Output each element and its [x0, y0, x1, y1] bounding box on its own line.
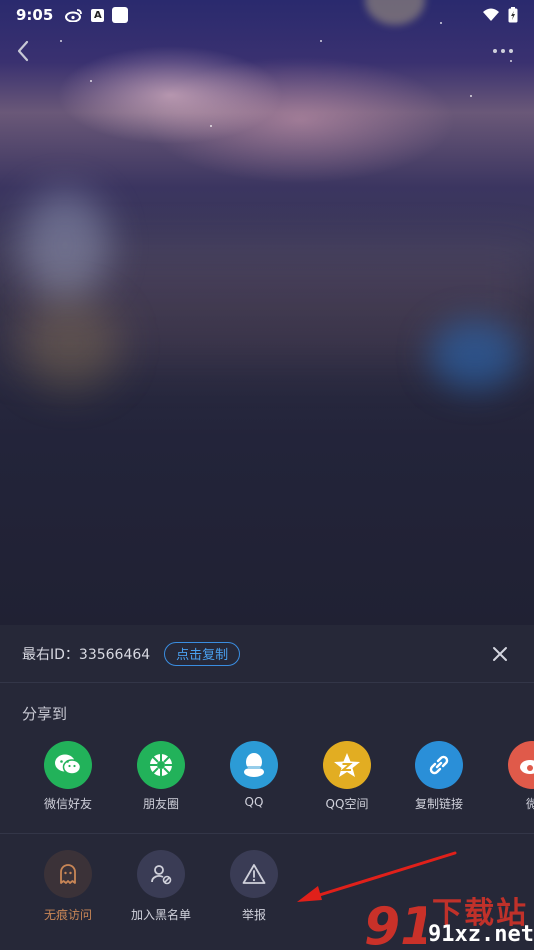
- id-row: 最右ID：33566464 点击复制: [0, 625, 534, 683]
- wifi-icon: [483, 8, 499, 21]
- share-qzone[interactable]: QQ空间: [307, 741, 387, 812]
- share-weibo[interactable]: 微: [492, 741, 534, 812]
- warning-icon: [230, 850, 278, 898]
- share-targets-row: 微信好友 朋友圈 QQ QQ空间 复制链接 微: [0, 737, 534, 834]
- chevron-left-icon: [17, 40, 29, 62]
- copy-id-button[interactable]: 点击复制: [164, 641, 241, 666]
- action-report[interactable]: 举报: [209, 850, 299, 923]
- action-label: 无痕访问: [43, 908, 92, 922]
- moments-icon: [137, 741, 185, 789]
- weibo-icon: [508, 741, 534, 789]
- a-icon: A: [91, 8, 105, 22]
- svg-text:91: 91: [364, 897, 426, 950]
- square-icon: [112, 7, 129, 23]
- user-id-text: 最右ID：33566464: [22, 646, 151, 663]
- share-label: 微信好友: [43, 797, 92, 811]
- close-icon: [493, 646, 507, 661]
- qq-icon: [230, 741, 278, 789]
- status-bar: 9:05 A: [0, 0, 534, 30]
- action-incognito-visit[interactable]: 无痕访问: [23, 850, 113, 923]
- share-copy-link[interactable]: 复制链接: [399, 741, 479, 812]
- qzone-icon: [323, 741, 371, 789]
- share-label: QQ: [244, 795, 264, 809]
- blurred-background-image: [0, 0, 534, 625]
- status-time: 9:05: [16, 6, 54, 24]
- share-label: 朋友圈: [142, 797, 179, 811]
- battery-charging-icon: [508, 7, 518, 23]
- back-button[interactable]: [8, 36, 38, 66]
- share-qq[interactable]: QQ: [214, 741, 294, 809]
- more-options-button[interactable]: [486, 38, 520, 64]
- block-user-icon: [137, 850, 185, 898]
- share-label: 微: [525, 797, 534, 811]
- wechat-icon: [44, 741, 92, 789]
- share-label: QQ空间: [325, 797, 369, 811]
- share-wechat-friends[interactable]: 微信好友: [28, 741, 108, 812]
- watermark-logo: 91: [364, 897, 426, 950]
- action-add-blacklist[interactable]: 加入黑名单: [116, 850, 206, 923]
- share-section-title: 分享到: [22, 705, 68, 723]
- close-button[interactable]: [488, 642, 512, 666]
- action-label: 加入黑名单: [130, 908, 191, 922]
- watermark: 91 下载站 91xz.net: [362, 888, 534, 950]
- link-icon: [415, 741, 463, 789]
- ghost-icon: [44, 850, 92, 898]
- action-label: 举报: [241, 908, 266, 922]
- share-label: 复制链接: [414, 797, 463, 811]
- watermark-url: 91xz.net: [428, 922, 534, 947]
- more-horizontal-icon: [493, 49, 497, 53]
- weibo-icon: [65, 9, 83, 22]
- share-moments[interactable]: 朋友圈: [121, 741, 201, 812]
